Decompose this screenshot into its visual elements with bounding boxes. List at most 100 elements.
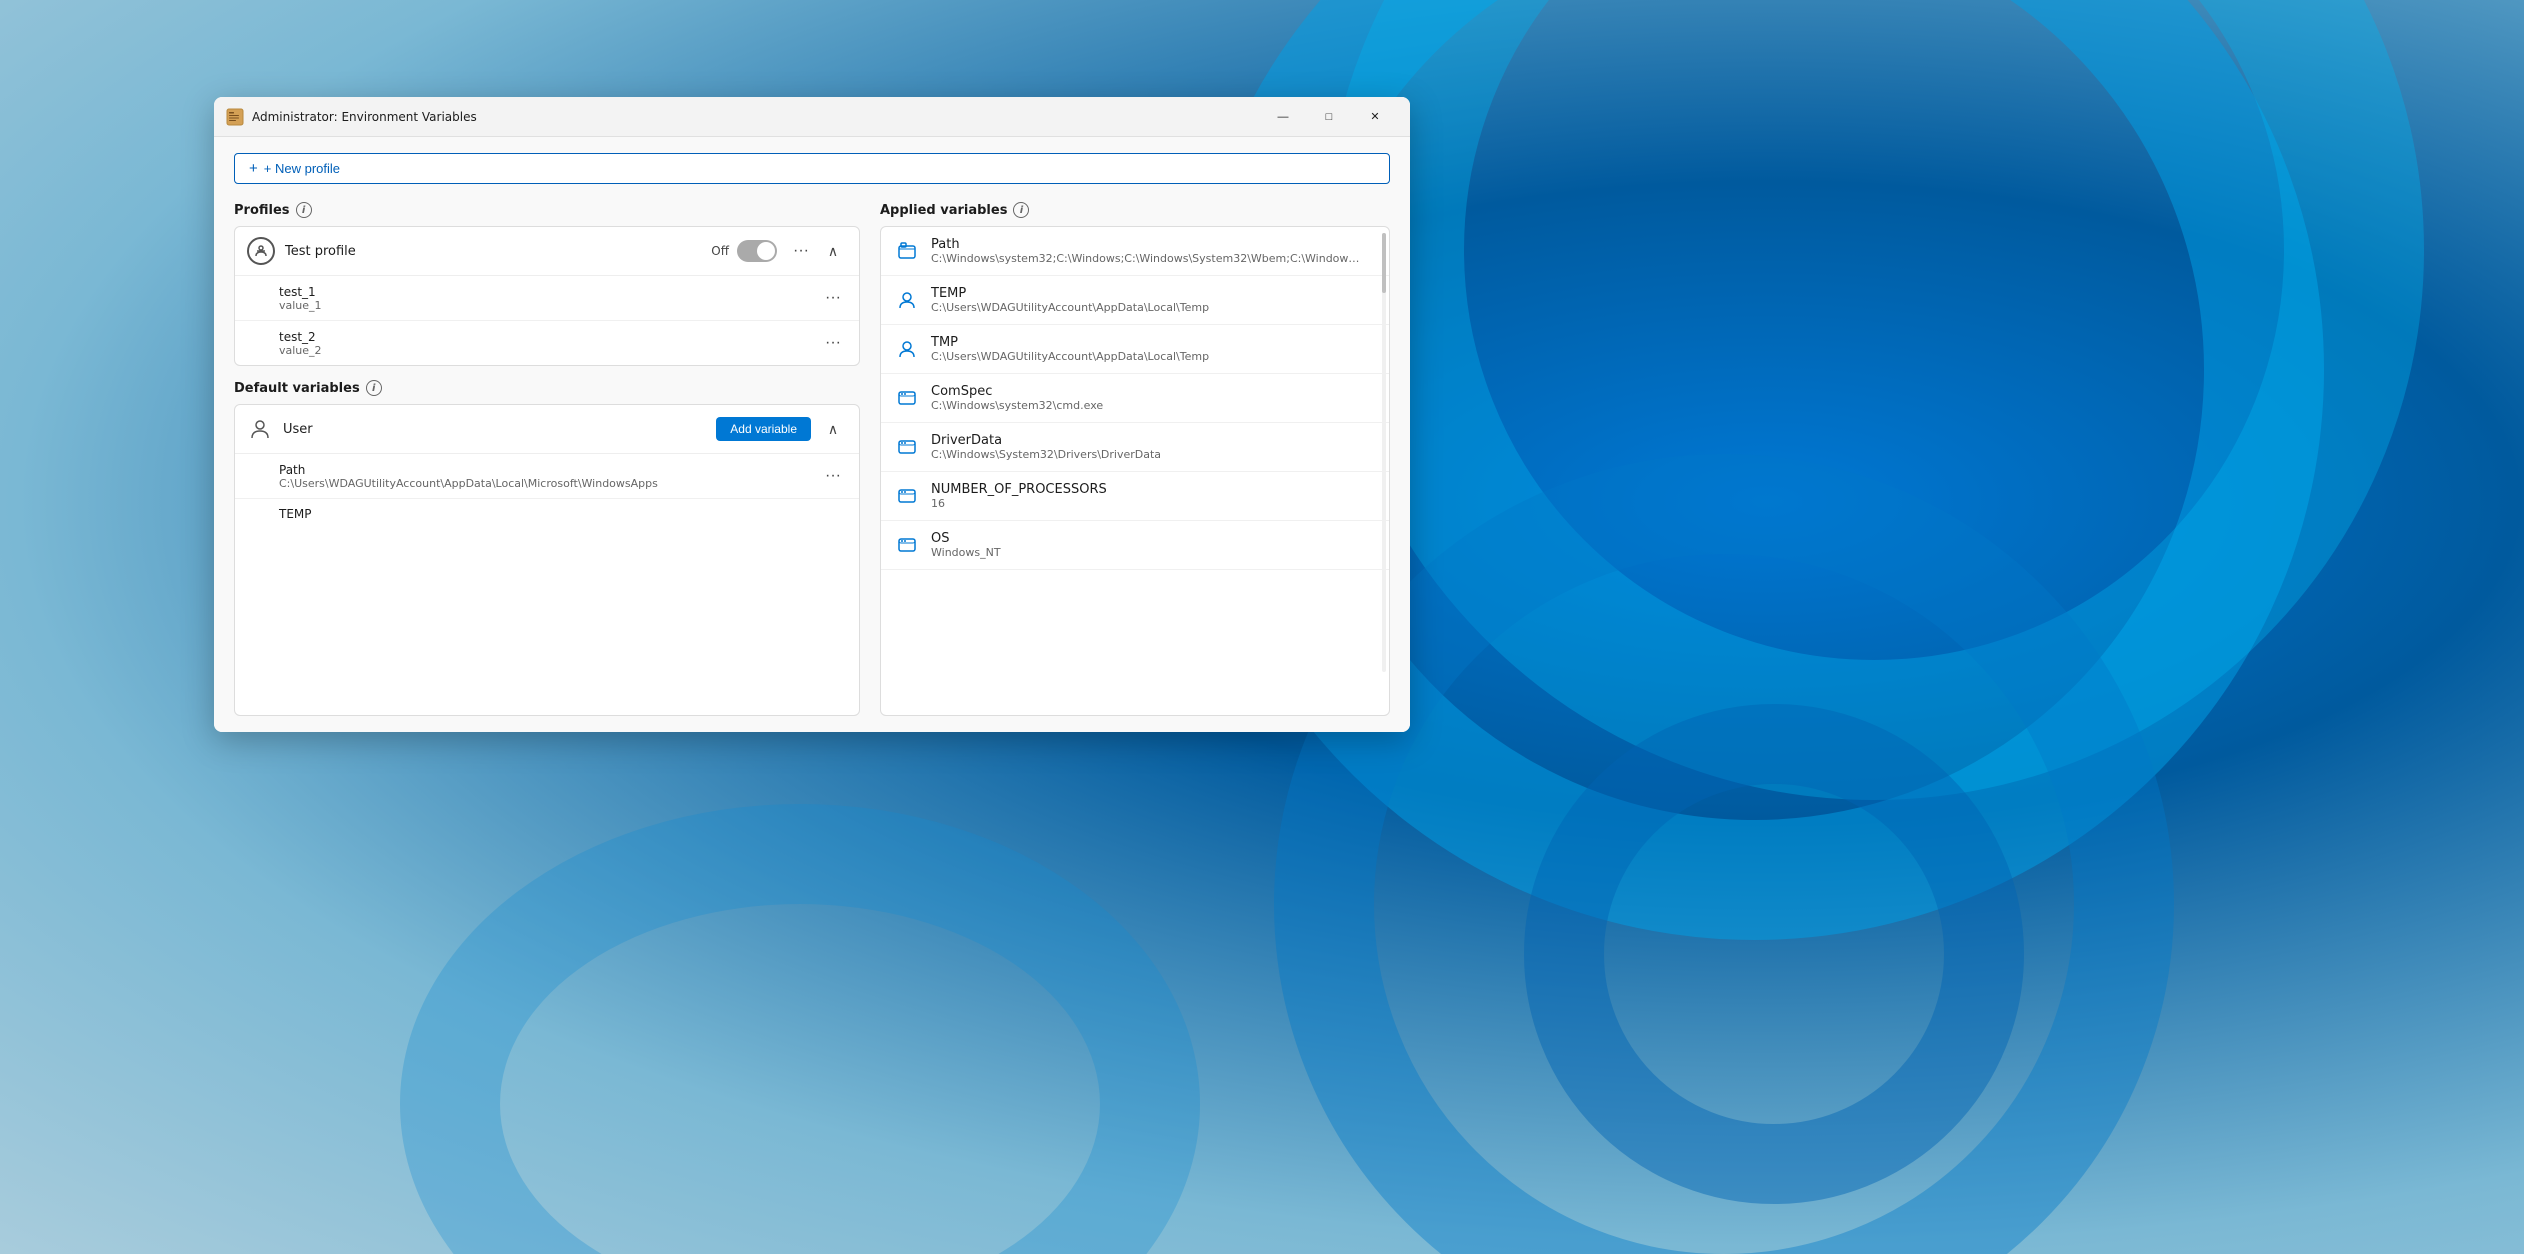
default-variables-label: Default variables: [234, 381, 360, 396]
list-item: NUMBER_OF_PROCESSORS 16: [881, 472, 1389, 521]
system-var-icon: [893, 384, 921, 412]
default-var-group-user: User Add variable ∧: [235, 405, 859, 454]
profiles-info-icon[interactable]: i: [296, 202, 312, 218]
profile-more-button[interactable]: ···: [787, 237, 815, 265]
profile-name: Test profile: [285, 244, 711, 259]
wallpaper-arc3: [400, 804, 1200, 1254]
list-item: OS Windows_NT: [881, 521, 1389, 570]
user-collapse-button[interactable]: ∧: [819, 415, 847, 443]
wallpaper-arc1: [1324, 0, 2424, 800]
applied-var-name: OS: [931, 531, 1377, 546]
applied-variables-info-icon[interactable]: i: [1013, 202, 1029, 218]
table-row: test_2 value_2 ···: [235, 321, 859, 365]
var-name: Path: [279, 463, 819, 477]
applied-var-info: NUMBER_OF_PROCESSORS 16: [931, 482, 1377, 510]
profiles-section: Profiles i: [234, 202, 860, 366]
var-value: C:\Users\WDAGUtilityAccount\AppData\Loca…: [279, 477, 729, 490]
user-account-icon: [247, 416, 273, 442]
table-row: Path C:\Users\WDAGUtilityAccount\AppData…: [235, 454, 859, 499]
user-var-icon: [893, 286, 921, 314]
table-row: TEMP: [235, 499, 859, 529]
applied-var-info: Path C:\Windows\system32;C:\Windows;C:\W…: [931, 237, 1377, 265]
table-row: test_1 value_1 ···: [235, 276, 859, 321]
window-content: + + New profile Profiles i: [214, 137, 1410, 732]
profile-toggle[interactable]: [737, 240, 777, 262]
var-more-button[interactable]: ···: [819, 284, 847, 312]
var-more-button[interactable]: ···: [819, 329, 847, 357]
default-variables-info-icon[interactable]: i: [366, 380, 382, 396]
applied-var-name: ComSpec: [931, 384, 1377, 399]
applied-var-value: C:\Windows\system32\cmd.exe: [931, 399, 1361, 412]
applied-var-value: C:\Windows\System32\Drivers\DriverData: [931, 448, 1361, 461]
var-info: TEMP: [279, 507, 847, 521]
var-name: test_1: [279, 285, 819, 299]
applied-var-name: Path: [931, 237, 1377, 252]
profile-collapse-button[interactable]: ∧: [819, 237, 847, 265]
applied-var-info: OS Windows_NT: [931, 531, 1377, 559]
maximize-button[interactable]: □: [1306, 101, 1352, 133]
list-item: DriverData C:\Windows\System32\Drivers\D…: [881, 423, 1389, 472]
profile-status-label: Off: [711, 244, 729, 258]
scrollbar-thumb[interactable]: [1382, 233, 1386, 293]
applied-variables-header: Applied variables i: [880, 202, 1390, 218]
list-item: Path C:\Windows\system32;C:\Windows;C:\W…: [881, 227, 1389, 276]
var-info: test_1 value_1: [279, 285, 819, 312]
path-icon: [893, 237, 921, 265]
right-panel: Applied variables i: [880, 202, 1390, 716]
applied-var-name: TEMP: [931, 286, 1377, 301]
profile-header-test: Test profile Off ··· ∧: [235, 227, 859, 276]
var-value: value_2: [279, 344, 729, 357]
close-button[interactable]: ✕: [1352, 101, 1398, 133]
applied-var-value: C:\Users\WDAGUtilityAccount\AppData\Loca…: [931, 350, 1361, 363]
applied-var-info: TMP C:\Users\WDAGUtilityAccount\AppData\…: [931, 335, 1377, 363]
new-profile-button[interactable]: + + New profile: [234, 153, 1390, 184]
add-variable-button[interactable]: Add variable: [716, 417, 811, 441]
window-title: Administrator: Environment Variables: [252, 110, 1260, 124]
user-var-icon: [893, 335, 921, 363]
default-var-list: User Add variable ∧ Path C:\Users\WDAGUt…: [234, 404, 860, 716]
wallpaper-arc2: [1524, 704, 2024, 1204]
var-info: test_2 value_2: [279, 330, 819, 357]
list-item: TEMP C:\Users\WDAGUtilityAccount\AppData…: [881, 276, 1389, 325]
list-item: ComSpec C:\Windows\system32\cmd.exe: [881, 374, 1389, 423]
var-info: Path C:\Users\WDAGUtilityAccount\AppData…: [279, 463, 819, 490]
applied-variables-label: Applied variables: [880, 203, 1007, 218]
var-name: test_2: [279, 330, 819, 344]
system-var-icon: [893, 531, 921, 559]
scrollbar-track: [1382, 233, 1386, 672]
var-value: value_1: [279, 299, 729, 312]
default-variables-header: Default variables i: [234, 380, 860, 396]
system-var-icon: [893, 482, 921, 510]
applied-var-info: TEMP C:\Users\WDAGUtilityAccount\AppData…: [931, 286, 1377, 314]
app-icon: [226, 108, 244, 126]
applied-var-value: 16: [931, 497, 1361, 510]
profile-icon: [247, 237, 275, 265]
applied-var-value: C:\Windows\system32;C:\Windows;C:\Window…: [931, 252, 1361, 265]
applied-var-value: Windows_NT: [931, 546, 1361, 559]
applied-var-name: DriverData: [931, 433, 1377, 448]
var-more-button[interactable]: ···: [819, 462, 847, 490]
profiles-list: Test profile Off ··· ∧ test_1: [234, 226, 860, 366]
new-profile-label: + New profile: [264, 161, 340, 176]
list-item: TMP C:\Users\WDAGUtilityAccount\AppData\…: [881, 325, 1389, 374]
var-name: TEMP: [279, 507, 847, 521]
profiles-section-header: Profiles i: [234, 202, 860, 218]
left-panel: Profiles i: [234, 202, 860, 716]
applied-var-info: ComSpec C:\Windows\system32\cmd.exe: [931, 384, 1377, 412]
applied-var-name: TMP: [931, 335, 1377, 350]
title-bar: Administrator: Environment Variables — □…: [214, 97, 1410, 137]
applied-var-name: NUMBER_OF_PROCESSORS: [931, 482, 1377, 497]
default-variables-section: Default variables i: [234, 380, 860, 716]
profiles-label: Profiles: [234, 203, 290, 218]
toggle-knob: [757, 242, 775, 260]
app-window: Administrator: Environment Variables — □…: [214, 97, 1410, 732]
window-controls: — □ ✕: [1260, 101, 1398, 133]
user-label: User: [283, 422, 716, 437]
applied-var-list: Path C:\Windows\system32;C:\Windows;C:\W…: [880, 226, 1390, 716]
plus-icon: +: [249, 160, 258, 177]
main-layout: Profiles i: [234, 202, 1390, 716]
system-var-icon: [893, 433, 921, 461]
applied-var-value: C:\Users\WDAGUtilityAccount\AppData\Loca…: [931, 301, 1361, 314]
applied-var-info: DriverData C:\Windows\System32\Drivers\D…: [931, 433, 1377, 461]
minimize-button[interactable]: —: [1260, 101, 1306, 133]
